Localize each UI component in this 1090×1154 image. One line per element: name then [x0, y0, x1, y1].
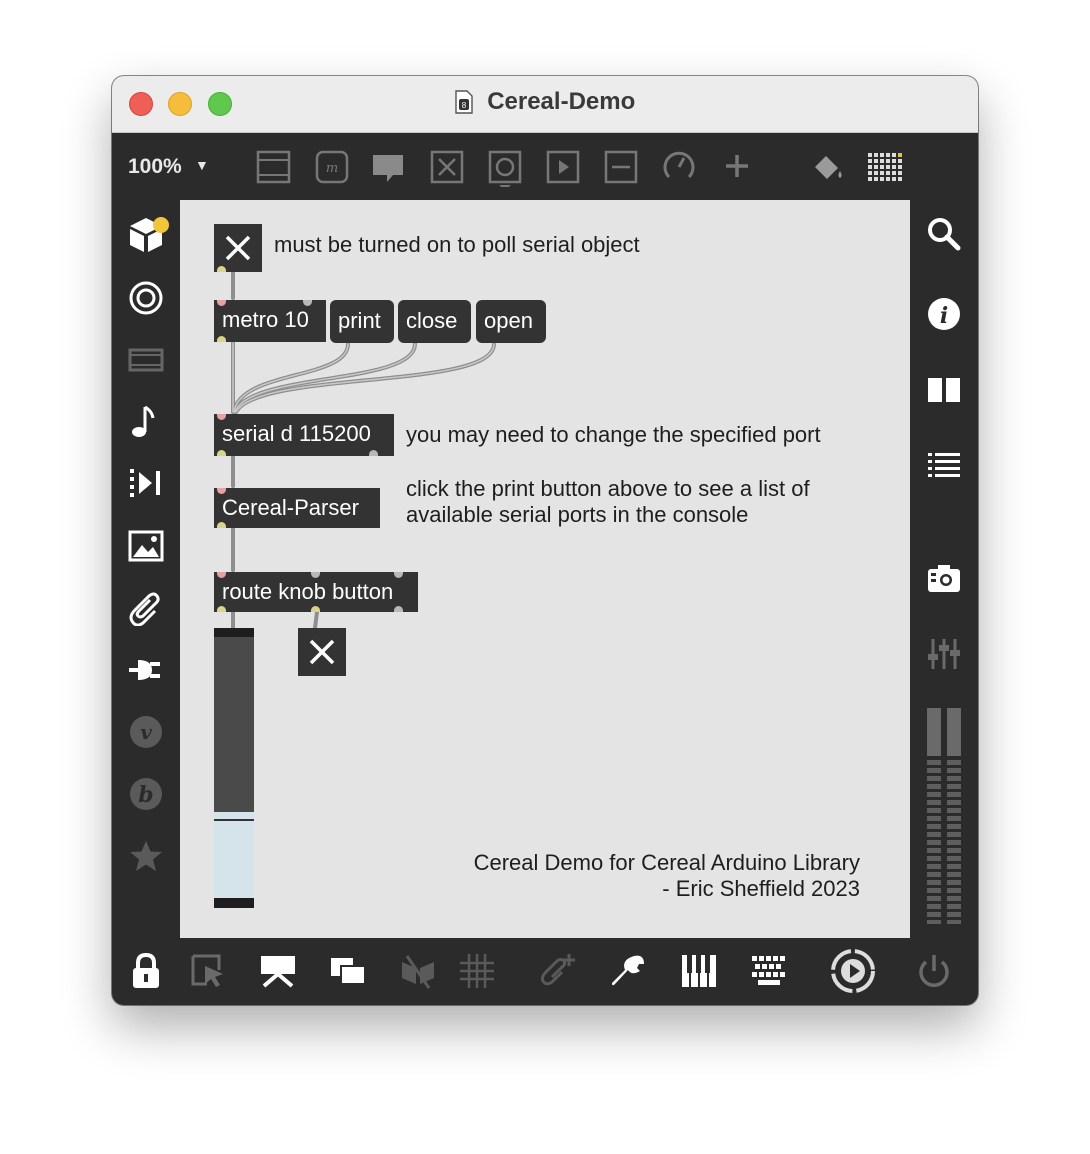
button-toggle[interactable]: [298, 628, 346, 676]
hide-icon[interactable]: [399, 952, 437, 990]
svg-text:8: 8: [462, 101, 467, 110]
play-icon[interactable]: [830, 948, 876, 994]
grid-icon[interactable]: [458, 952, 496, 990]
level-meter-right: [947, 708, 961, 924]
media-icon[interactable]: [128, 342, 164, 378]
step-icon[interactable]: [128, 466, 164, 502]
plug-icon[interactable]: [128, 652, 164, 688]
paperclip-icon[interactable]: [128, 590, 164, 627]
package-icon[interactable]: [128, 216, 169, 252]
clip-add-icon[interactable]: [540, 952, 578, 990]
zoom-dropdown-icon[interactable]: ▼: [195, 157, 209, 173]
patcher-window: 8 Cereal-Demo 100% ▼ m v b must be turne…: [112, 76, 978, 1005]
port-comment: you may need to change the specified por…: [406, 422, 821, 447]
route-object[interactable]: route knob button: [214, 572, 418, 612]
knob-slider[interactable]: [214, 628, 254, 908]
wrench-icon[interactable]: [610, 952, 648, 990]
dial-icon[interactable]: [660, 147, 698, 187]
message-icon[interactable]: m: [313, 147, 351, 187]
open-label: open: [484, 308, 533, 333]
comment-icon[interactable]: [369, 147, 407, 187]
star-icon[interactable]: [128, 838, 164, 874]
windows-icon[interactable]: [329, 952, 367, 990]
slider-icon[interactable]: [602, 147, 640, 187]
left-sidebar: v b: [112, 200, 180, 940]
list-icon[interactable]: [926, 448, 962, 484]
metro-label: metro 10: [222, 307, 309, 332]
svg-text:v: v: [140, 720, 152, 744]
print-message[interactable]: print: [330, 300, 394, 343]
right-sidebar: i: [910, 200, 978, 940]
slider-fill: [214, 812, 254, 898]
serial-label: serial d 115200: [222, 421, 371, 446]
paint-bucket-icon[interactable]: [809, 147, 847, 187]
title-bar: 8 Cereal-Demo: [112, 76, 978, 133]
image-icon[interactable]: [128, 528, 164, 564]
info-icon[interactable]: i: [926, 296, 962, 332]
route-label: route knob button: [222, 579, 394, 604]
cereal-parser-object[interactable]: Cereal-Parser: [214, 488, 380, 528]
keyboard-icon[interactable]: [750, 952, 788, 990]
toggle-icon[interactable]: [428, 147, 466, 187]
book-icon[interactable]: [926, 372, 962, 408]
cereal-parser-label: Cereal-Parser: [222, 495, 359, 520]
credit-comment-line1: Cereal Demo for Cereal Arduino Library: [473, 850, 860, 875]
level-meter-left: [927, 708, 941, 924]
lock-icon[interactable]: [127, 952, 165, 990]
serial-object[interactable]: serial d 115200: [214, 414, 394, 456]
poll-toggle[interactable]: [214, 224, 262, 272]
open-message[interactable]: open: [476, 300, 546, 343]
edit-select-icon[interactable]: [189, 952, 227, 990]
mixer-icon[interactable]: [926, 636, 962, 672]
window-title: Cereal-Demo: [487, 88, 636, 115]
newobject-icon[interactable]: [255, 147, 293, 187]
print-comment-line1: click the print button above to see a li…: [406, 476, 810, 501]
svg-text:i: i: [940, 303, 948, 329]
music-icon[interactable]: [128, 404, 164, 440]
print-label: print: [338, 308, 381, 333]
b-icon[interactable]: b: [128, 776, 164, 812]
add-icon[interactable]: [718, 147, 756, 187]
metro-object[interactable]: metro 10: [214, 300, 326, 342]
bottom-toolbar: [112, 938, 978, 1005]
close-message[interactable]: close: [398, 300, 471, 343]
toolbar: 100% ▼ m: [112, 133, 978, 199]
svg-text:b: b: [138, 782, 153, 808]
v-icon[interactable]: v: [128, 714, 164, 750]
toggle-comment: must be turned on to poll serial object: [274, 232, 640, 257]
svg-text:m: m: [326, 161, 338, 176]
close-label: close: [406, 308, 458, 333]
number-icon[interactable]: [544, 147, 582, 187]
print-comment-line2: available serial ports in the console: [406, 502, 749, 527]
piano-icon[interactable]: [680, 952, 718, 990]
power-icon[interactable]: [915, 952, 953, 990]
button-icon[interactable]: [486, 147, 524, 190]
snapshot-icon[interactable]: [926, 560, 962, 596]
grid-palette-icon[interactable]: [866, 147, 904, 187]
credit-comment-line2: - Eric Sheffield 2023: [662, 876, 860, 901]
document-icon: 8: [455, 90, 473, 114]
patch-canvas[interactable]: must be turned on to poll serial object …: [180, 200, 910, 938]
search-icon[interactable]: [926, 216, 962, 252]
target-icon[interactable]: [128, 280, 164, 316]
presentation-icon[interactable]: [259, 952, 297, 990]
zoom-level[interactable]: 100%: [128, 155, 182, 179]
